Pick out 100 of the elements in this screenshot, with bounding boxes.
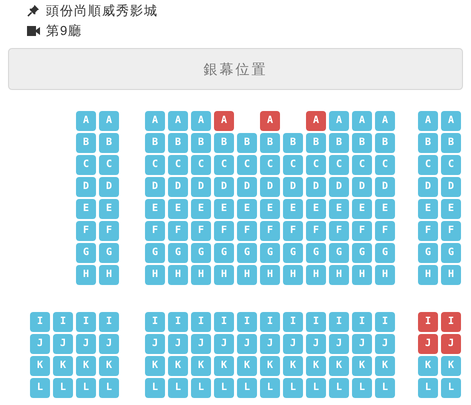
seat[interactable]: A (352, 111, 372, 131)
seat[interactable]: K (237, 356, 257, 376)
seat[interactable]: B (214, 133, 234, 153)
seat[interactable]: F (441, 221, 461, 241)
seat[interactable]: A (260, 111, 280, 131)
seat[interactable]: F (168, 221, 188, 241)
seat[interactable]: L (329, 378, 349, 398)
seat[interactable]: G (375, 243, 395, 263)
seat[interactable]: E (418, 199, 438, 219)
seat[interactable]: H (375, 265, 395, 285)
seat[interactable]: G (237, 243, 257, 263)
seat[interactable]: J (306, 334, 326, 354)
seat[interactable]: L (191, 378, 211, 398)
seat[interactable]: A (99, 111, 119, 131)
seat[interactable]: F (418, 221, 438, 241)
seat[interactable]: D (191, 177, 211, 197)
seat[interactable]: F (214, 221, 234, 241)
seat[interactable]: C (283, 155, 303, 175)
seat[interactable]: I (441, 312, 461, 332)
seat[interactable]: I (168, 312, 188, 332)
seat[interactable]: H (168, 265, 188, 285)
seat[interactable]: I (237, 312, 257, 332)
seat[interactable]: K (145, 356, 165, 376)
seat[interactable]: C (306, 155, 326, 175)
seat[interactable]: H (441, 265, 461, 285)
seat[interactable]: K (99, 356, 119, 376)
seat[interactable]: C (191, 155, 211, 175)
seat[interactable]: H (145, 265, 165, 285)
seat[interactable]: B (191, 133, 211, 153)
seat[interactable]: C (237, 155, 257, 175)
seat[interactable]: F (329, 221, 349, 241)
seat[interactable]: E (283, 199, 303, 219)
seat[interactable]: L (99, 378, 119, 398)
seat[interactable]: J (30, 334, 50, 354)
seat[interactable]: G (191, 243, 211, 263)
seat[interactable]: G (99, 243, 119, 263)
seat[interactable]: B (441, 133, 461, 153)
seat[interactable]: H (418, 265, 438, 285)
seat[interactable]: G (329, 243, 349, 263)
seat[interactable]: H (76, 265, 96, 285)
seat[interactable]: G (145, 243, 165, 263)
seat[interactable]: A (191, 111, 211, 131)
seat[interactable]: D (214, 177, 234, 197)
seat[interactable]: L (30, 378, 50, 398)
seat[interactable]: L (306, 378, 326, 398)
seat[interactable]: I (99, 312, 119, 332)
seat[interactable]: J (352, 334, 372, 354)
seat[interactable]: I (53, 312, 73, 332)
seat[interactable]: B (375, 133, 395, 153)
seat[interactable]: E (214, 199, 234, 219)
seat[interactable]: E (329, 199, 349, 219)
seat[interactable]: J (99, 334, 119, 354)
seat[interactable]: D (76, 177, 96, 197)
seat[interactable]: E (191, 199, 211, 219)
seat[interactable]: J (53, 334, 73, 354)
seat[interactable]: G (418, 243, 438, 263)
seat[interactable]: A (375, 111, 395, 131)
seat[interactable]: C (375, 155, 395, 175)
seat[interactable]: A (329, 111, 349, 131)
seat[interactable]: K (214, 356, 234, 376)
seat[interactable]: D (418, 177, 438, 197)
seat[interactable]: E (260, 199, 280, 219)
seat[interactable]: B (306, 133, 326, 153)
seat[interactable]: C (352, 155, 372, 175)
seat[interactable]: B (237, 133, 257, 153)
seat[interactable]: K (260, 356, 280, 376)
seat[interactable]: E (168, 199, 188, 219)
seat[interactable]: E (375, 199, 395, 219)
seat[interactable]: K (76, 356, 96, 376)
seat[interactable]: I (418, 312, 438, 332)
seat[interactable]: B (76, 133, 96, 153)
seat[interactable]: C (260, 155, 280, 175)
seat[interactable]: L (375, 378, 395, 398)
seat[interactable]: J (283, 334, 303, 354)
seat[interactable]: H (306, 265, 326, 285)
seat[interactable]: G (352, 243, 372, 263)
seat[interactable]: K (441, 356, 461, 376)
seat[interactable]: G (214, 243, 234, 263)
seat[interactable]: D (237, 177, 257, 197)
seat[interactable]: C (145, 155, 165, 175)
seat[interactable]: K (168, 356, 188, 376)
seat[interactable]: I (352, 312, 372, 332)
seat[interactable]: I (145, 312, 165, 332)
seat[interactable]: L (214, 378, 234, 398)
seat[interactable]: K (375, 356, 395, 376)
seat[interactable]: F (375, 221, 395, 241)
seat[interactable]: L (352, 378, 372, 398)
seat[interactable]: L (260, 378, 280, 398)
seat[interactable]: H (283, 265, 303, 285)
seat[interactable]: B (168, 133, 188, 153)
seat[interactable]: B (329, 133, 349, 153)
seat[interactable]: I (260, 312, 280, 332)
seat[interactable]: I (375, 312, 395, 332)
seat[interactable]: G (283, 243, 303, 263)
seat[interactable]: J (191, 334, 211, 354)
seat[interactable]: K (418, 356, 438, 376)
seat[interactable]: F (260, 221, 280, 241)
seat[interactable]: C (76, 155, 96, 175)
seat[interactable]: F (191, 221, 211, 241)
seat[interactable]: F (145, 221, 165, 241)
